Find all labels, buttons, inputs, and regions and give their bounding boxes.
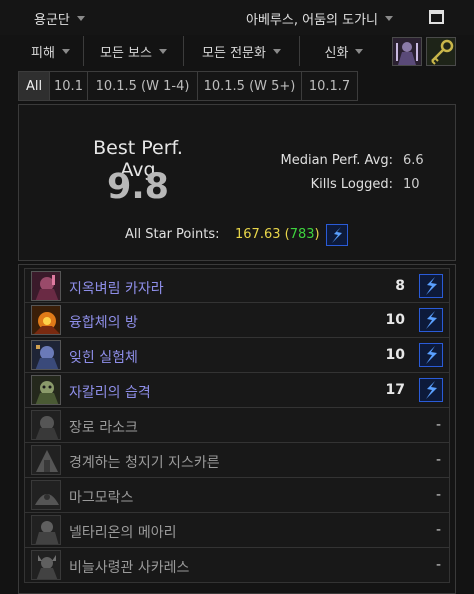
tab-all[interactable]: All bbox=[18, 71, 50, 101]
difficulty-dropdown[interactable]: 신화 bbox=[300, 36, 388, 66]
boss-portrait bbox=[31, 445, 61, 475]
tab-label: 10.1.5 (W 5+) bbox=[203, 78, 296, 94]
bolt-icon[interactable] bbox=[419, 378, 443, 406]
tab-10-1[interactable]: 10.1 bbox=[50, 71, 88, 101]
metric-label: 피해 bbox=[31, 45, 55, 61]
chevron-down-icon bbox=[158, 48, 167, 54]
boss-kills: - bbox=[435, 452, 441, 468]
boss-row-kazzara[interactable]: 지옥벼림 카자라 8 bbox=[24, 268, 450, 303]
chevron-down-icon bbox=[272, 48, 281, 54]
boss-portrait bbox=[31, 271, 61, 301]
summary-panel: Best Perf. Avg 9.8 Median Perf. Avg: 6.6… bbox=[18, 104, 456, 261]
tab-10-1-5-w5[interactable]: 10.1.5 (W 5+) bbox=[198, 71, 302, 101]
boss-row-forgotten-experiments[interactable]: 잊힌 실험체 10 bbox=[24, 338, 450, 373]
boss-name: 지옥벼림 카자라 bbox=[69, 281, 164, 297]
patch-tabs: All 10.1 10.1.5 (W 1-4) 10.1.5 (W 5+) 10… bbox=[18, 71, 358, 101]
star-points-number: 167.63 bbox=[235, 227, 281, 242]
boss-name: 융합체의 방 bbox=[69, 315, 138, 331]
boss-row-zaqali-assault[interactable]: 자칼리의 습격 17 bbox=[24, 373, 450, 408]
boss-kills: - bbox=[435, 522, 441, 538]
boss-name: 자칼리의 습격 bbox=[69, 385, 151, 401]
chevron-down-icon bbox=[61, 48, 70, 54]
boss-name: 장로 라소크 bbox=[69, 420, 138, 436]
boss-portrait bbox=[31, 340, 61, 370]
boss-row-echo-of-neltharion[interactable]: 넬타리온의 메아리 - bbox=[24, 513, 450, 548]
boss-kills: 10 bbox=[385, 312, 405, 328]
boss-portrait bbox=[31, 305, 61, 335]
star-points-label: All Star Points: bbox=[125, 227, 220, 242]
boss-kills: - bbox=[435, 557, 441, 573]
zone-dropdown[interactable]: 용군단 bbox=[34, 9, 85, 28]
tab-label: 10.1 bbox=[54, 78, 83, 94]
best-perf-value: 9.8 bbox=[106, 167, 169, 207]
boss-row-sarkareth[interactable]: 비늘사령관 사카레스 - bbox=[24, 548, 450, 583]
star-points-value: 167.63 (783) bbox=[235, 227, 320, 242]
boss-row-magmorax[interactable]: 마그모락스 - bbox=[24, 478, 450, 513]
tab-10-1-5-w1-4[interactable]: 10.1.5 (W 1-4) bbox=[88, 71, 198, 101]
metric-dropdown[interactable]: 피해 bbox=[18, 36, 84, 66]
spec-dropdown[interactable]: 모든 전문화 bbox=[184, 36, 300, 66]
bolt-icon[interactable] bbox=[419, 343, 443, 371]
boss-name: 잊힌 실험체 bbox=[69, 350, 138, 366]
difficulty-label: 신화 bbox=[324, 45, 349, 61]
filter-bar: 피해 모든 보스 모든 전문화 신화 bbox=[18, 36, 390, 66]
boss-name: 넬타리온의 메아리 bbox=[69, 525, 177, 541]
boss-name: 비늘사령관 사카레스 bbox=[69, 560, 190, 576]
boss-kills: - bbox=[435, 487, 441, 503]
tab-label: 10.1.5 (W 1-4) bbox=[95, 78, 190, 94]
raid-label: 아베루스, 어둠의 도가니 bbox=[246, 13, 378, 28]
boss-kills: 8 bbox=[395, 278, 405, 294]
zone-label: 용군단 bbox=[34, 13, 70, 28]
top-bar: 용군단 아베루스, 어둠의 도가니 bbox=[0, 0, 474, 35]
chevron-down-icon bbox=[355, 48, 364, 54]
key-icon[interactable] bbox=[426, 37, 456, 66]
raid-portrait-icon[interactable] bbox=[392, 37, 422, 66]
raid-dropdown[interactable]: 아베루스, 어둠의 도가니 bbox=[246, 9, 393, 28]
boss-portrait bbox=[31, 515, 61, 545]
tab-label: 10.1.7 bbox=[308, 78, 351, 94]
chevron-down-icon bbox=[385, 16, 393, 21]
spec-label: 모든 전문화 bbox=[202, 45, 266, 61]
bolt-icon[interactable] bbox=[419, 274, 443, 302]
boss-portrait bbox=[31, 375, 61, 405]
median-perf-label: Median Perf. Avg: bbox=[280, 153, 394, 168]
kills-logged-value: 10 bbox=[403, 177, 420, 192]
boss-kills: 17 bbox=[385, 382, 405, 398]
tab-label: All bbox=[25, 78, 43, 94]
median-perf-value: 6.6 bbox=[403, 153, 424, 168]
boss-kills: - bbox=[435, 417, 441, 433]
boss-portrait bbox=[31, 550, 61, 580]
boss-dropdown[interactable]: 모든 보스 bbox=[84, 36, 184, 66]
boss-name: 경계하는 청지기 지스카른 bbox=[69, 455, 220, 471]
boss-kills: 10 bbox=[385, 347, 405, 363]
boss-row-rashok[interactable]: 장로 라소크 - bbox=[24, 408, 450, 443]
bolt-icon[interactable] bbox=[419, 308, 443, 336]
boss-row-amalgamation[interactable]: 융합체의 방 10 bbox=[24, 303, 450, 338]
boss-portrait bbox=[31, 410, 61, 440]
tab-10-1-7[interactable]: 10.1.7 bbox=[302, 71, 358, 101]
star-rank: 783 bbox=[289, 227, 315, 242]
boss-portrait bbox=[31, 480, 61, 510]
boss-list: 지옥벼림 카자라 8 융합체의 방 10 잊힌 실험체 10 자칼리의 습격 1… bbox=[18, 264, 456, 594]
boss-filter-label: 모든 보스 bbox=[100, 45, 152, 61]
chevron-down-icon bbox=[76, 16, 85, 21]
window-icon[interactable] bbox=[429, 10, 444, 24]
boss-name: 마그모락스 bbox=[69, 490, 134, 506]
kills-logged-label: Kills Logged: bbox=[310, 177, 393, 192]
boss-row-zskarn[interactable]: 경계하는 청지기 지스카른 - bbox=[24, 443, 450, 478]
bolt-icon[interactable] bbox=[326, 224, 348, 250]
